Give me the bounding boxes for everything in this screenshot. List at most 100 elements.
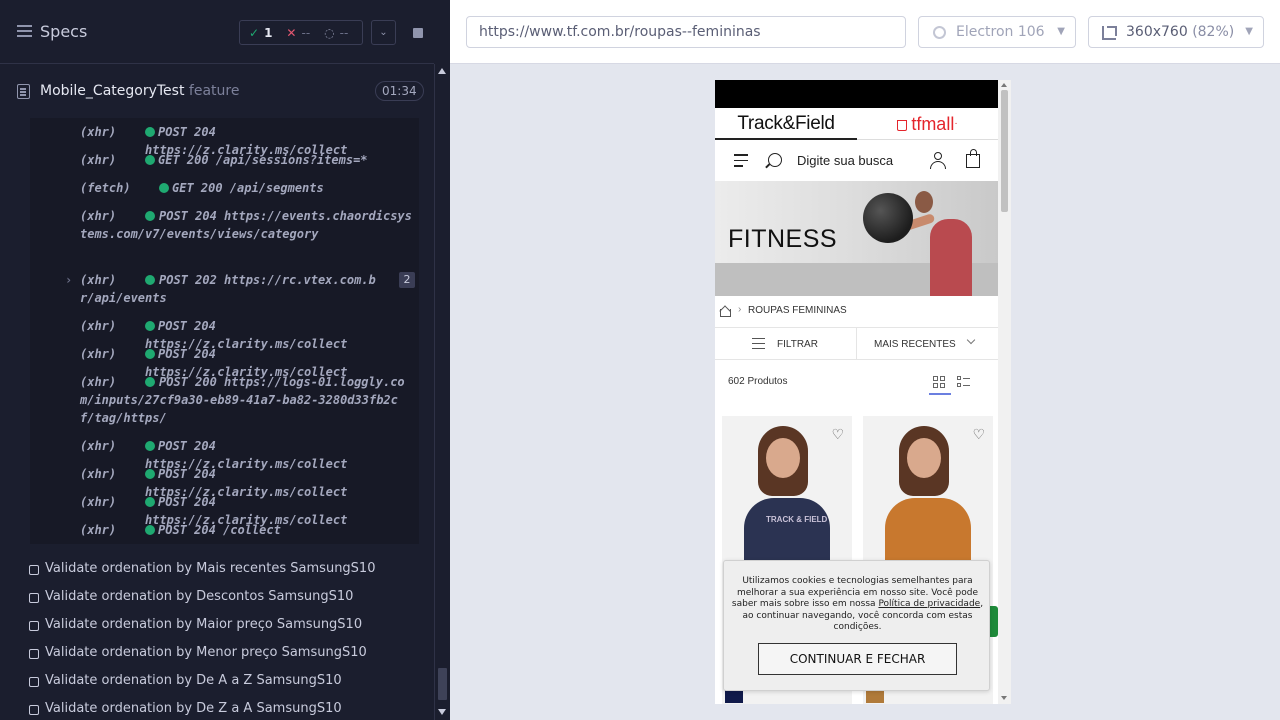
log-message-wrap: POST 204 /collect	[145, 521, 281, 539]
test-item[interactable]: Validate ordenation by Mais recentes Sam…	[28, 560, 428, 580]
log-row[interactable]: › (xhr) POST 202 https://rc.vtex.com.br/ap…	[30, 271, 419, 307]
app-preview: https://www.tf.com.br/roupas--femininas …	[450, 0, 1280, 720]
stop-icon	[412, 27, 423, 38]
banner-figure	[930, 219, 972, 296]
log-count-badge: 2	[399, 272, 415, 288]
collapse-button[interactable]: ⌄	[371, 20, 396, 45]
product-model-face	[766, 438, 800, 478]
chevron-down-icon	[966, 335, 976, 345]
log-message: POST 200 https://logs-01.loggly.com/inpu…	[80, 375, 405, 425]
breadcrumb-category[interactable]: ROUPAS FEMININAS	[748, 305, 847, 316]
chevron-down-icon: ▼	[1245, 26, 1253, 37]
frame-scrollbar[interactable]	[998, 80, 1011, 704]
product-garment	[744, 498, 830, 568]
log-type: (xhr)	[80, 319, 117, 333]
color-swatch[interactable]	[725, 689, 743, 703]
filter-label: FILTRAR	[777, 339, 818, 350]
test-item[interactable]: Validate ordenation by Maior preço Samsu…	[28, 616, 428, 636]
log-row[interactable]: (xhr) POST 204 https://events.chaordicsys…	[30, 207, 419, 261]
test-title: Validate ordenation by De A a Z SamsungS…	[45, 673, 342, 688]
tfmall-logo[interactable]: tfmall·	[857, 108, 998, 140]
test-stats: ✓ 1 ✕ -- ◌ --	[239, 20, 363, 45]
stop-button[interactable]	[405, 20, 430, 45]
test-title: Validate ordenation by Menor preço Samsu…	[45, 645, 367, 660]
tfmall-label: tfmall	[911, 114, 955, 134]
test-item[interactable]: Validate ordenation by Descontos Samsung…	[28, 588, 428, 608]
chevron-right-icon: ›	[738, 304, 742, 315]
browser-selector[interactable]: Electron 106 ▼	[918, 16, 1076, 48]
log-message-wrap: GET 200 /api/sessions?items=*	[145, 151, 368, 169]
viewport-selector[interactable]: 360x760 (82%) ▼	[1088, 16, 1264, 48]
log-type: (xhr)	[80, 125, 117, 139]
sort-label: MAIS RECENTES	[874, 339, 956, 350]
scrollbar-thumb[interactable]	[438, 668, 447, 700]
status-dot-icon	[145, 349, 155, 359]
site-header: Digite sua busca	[715, 141, 998, 181]
sort-dropdown[interactable]: MAIS RECENTES	[857, 328, 998, 360]
pending-stat: ◌ --	[324, 26, 348, 40]
test-item[interactable]: Validate ordenation by De A a Z SamsungS…	[28, 672, 428, 692]
command-log: (xhr) POST 204 https://z.clarity.ms/colle…	[30, 118, 419, 544]
chat-button[interactable]	[990, 606, 998, 637]
pending-checkbox-icon	[29, 565, 39, 575]
cookie-message: Utilizamos cookies e tecnologias semelha…	[729, 576, 986, 634]
product-model-face	[907, 438, 941, 478]
passed-stat: ✓ 1	[249, 26, 272, 40]
privacy-policy-link[interactable]: Política de privacidade	[878, 599, 980, 609]
breadcrumb: › ROUPAS FEMININAS	[715, 296, 998, 326]
spec-file-name: Mobile_CategoryTest	[40, 83, 185, 99]
banner-figure-head	[915, 191, 933, 213]
specs-header: Specs ✓ 1 ✕ -- ◌ -- ⌄	[0, 0, 434, 64]
user-icon[interactable]	[930, 152, 946, 169]
color-swatch[interactable]	[866, 689, 884, 703]
test-title: Validate ordenation by Maior preço Samsu…	[45, 617, 363, 632]
status-dot-icon	[145, 155, 155, 165]
banner-title: FITNESS	[728, 225, 838, 253]
check-icon: ✓	[249, 25, 260, 40]
scroll-down-icon[interactable]	[438, 709, 446, 715]
log-type: (xhr)	[80, 153, 117, 167]
pending-checkbox-icon	[29, 677, 39, 687]
cart-icon[interactable]	[966, 149, 980, 168]
test-item[interactable]: Validate ordenation by Menor preço Samsu…	[28, 644, 428, 664]
search-icon[interactable]	[768, 153, 782, 167]
filter-button[interactable]: FILTRAR	[715, 328, 857, 360]
chevron-right-icon[interactable]: ›	[65, 271, 72, 289]
chevron-down-icon: ▼	[1057, 26, 1065, 37]
test-title: Validate ordenation by Descontos Samsung…	[45, 589, 354, 604]
reporter-scrollbar[interactable]	[434, 64, 450, 720]
bag-icon	[897, 120, 908, 131]
home-icon[interactable]	[719, 305, 731, 317]
active-view-indicator	[929, 393, 951, 395]
status-dot-icon	[145, 127, 155, 137]
x-icon: ✕	[286, 25, 297, 40]
list-view-icon[interactable]	[957, 376, 970, 389]
search-input[interactable]: Digite sua busca	[797, 153, 893, 168]
log-message: GET 200 /api/segments	[172, 181, 324, 195]
trackfield-logo[interactable]: Track&Field	[715, 108, 857, 140]
test-item[interactable]: Validate ordenation by De Z a A SamsungS…	[28, 700, 428, 720]
status-dot-icon	[145, 469, 155, 479]
scroll-up-icon[interactable]	[438, 68, 446, 74]
accept-cookies-button[interactable]: CONTINUAR E FECHAR	[758, 643, 957, 675]
scrollbar-thumb[interactable]	[1001, 90, 1008, 212]
failed-count: --	[301, 25, 311, 40]
log-message: POST 204 /collect	[158, 523, 281, 537]
pending-icon: ◌	[324, 25, 335, 40]
heart-icon[interactable]: ♡	[831, 426, 844, 443]
scroll-up-icon[interactable]	[1001, 83, 1007, 87]
spec-file-row[interactable]: Mobile_CategoryTest feature 01:34	[0, 76, 434, 108]
log-message: POST 204 https://events.chaordicsystems.…	[80, 209, 412, 241]
browser-icon	[933, 26, 946, 39]
status-dot-icon	[145, 441, 155, 451]
grid-view-icon[interactable]	[933, 376, 946, 389]
scroll-down-icon[interactable]	[1001, 696, 1007, 700]
log-row[interactable]: (xhr) POST 200 https://logs-01.loggly.com…	[30, 373, 419, 427]
url-field[interactable]: https://www.tf.com.br/roupas--femininas	[466, 16, 906, 48]
menu-icon[interactable]	[17, 25, 32, 38]
viewport-size: 360x760	[1126, 24, 1188, 40]
hamburger-icon[interactable]	[734, 154, 748, 171]
failed-stat: ✕ --	[286, 26, 310, 40]
heart-icon[interactable]: ♡	[972, 426, 985, 443]
cookie-banner: Utilizamos cookies e tecnologias semelha…	[723, 560, 990, 691]
